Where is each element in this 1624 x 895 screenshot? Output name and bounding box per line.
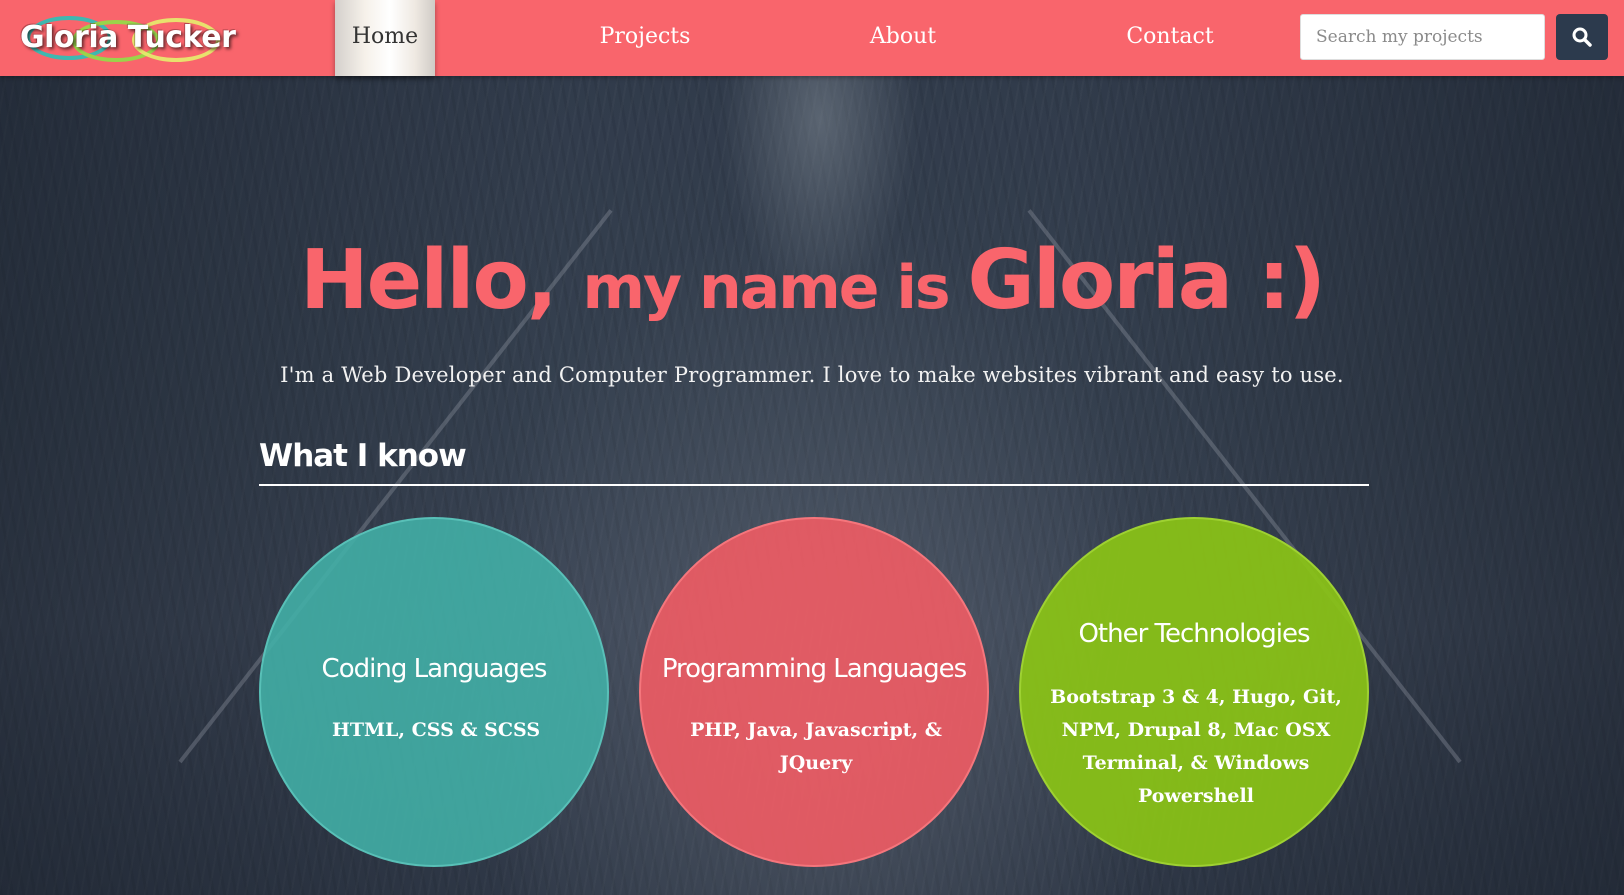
top-navbar: Gloria Tucker Home Projects About Contac… — [0, 0, 1624, 76]
skill-card-other-technologies: Other Technologies Bootstrap 3 & 4, Hugo… — [1019, 517, 1369, 867]
search-icon — [1572, 27, 1592, 47]
skills-heading: What I know — [259, 437, 467, 474]
brand-logo[interactable]: Gloria Tucker — [12, 10, 242, 66]
skill-card-title: Other Technologies — [1078, 619, 1310, 649]
search-button[interactable] — [1556, 14, 1608, 60]
skills-divider — [259, 484, 1369, 486]
greeting-hello: Hello, — [300, 233, 583, 329]
nav-home-link[interactable]: Home — [335, 0, 435, 76]
skill-card-coding-languages: Coding Languages HTML, CSS & SCSS — [259, 517, 609, 867]
skill-card-body: HTML, CSS & SCSS — [331, 719, 541, 741]
greeting-my-name-is: my name is — [582, 253, 968, 324]
brand-name: Gloria Tucker — [20, 20, 236, 55]
skill-card-title: Programming Languages — [661, 654, 967, 684]
hero-greeting: Hello, my name is Gloria :) — [0, 233, 1624, 328]
skill-card-programming-languages: Programming Languages PHP, Java, Javascr… — [639, 517, 989, 867]
search-input[interactable] — [1300, 14, 1545, 60]
skill-card-body: PHP, Java, Javascript, & JQuery — [690, 719, 942, 774]
skill-card-title: Coding Languages — [321, 654, 548, 684]
hero-subtitle: I'm a Web Developer and Computer Program… — [280, 363, 1344, 387]
nav-contact-link[interactable]: Contact — [1105, 0, 1235, 76]
nav-about-link[interactable]: About — [843, 0, 963, 76]
skill-card-body: Bootstrap 3 & 4, Hugo, Git, NPM, Drupal … — [1050, 686, 1342, 807]
nav-projects-link[interactable]: Projects — [580, 0, 710, 76]
greeting-name: Gloria :) — [967, 233, 1326, 329]
